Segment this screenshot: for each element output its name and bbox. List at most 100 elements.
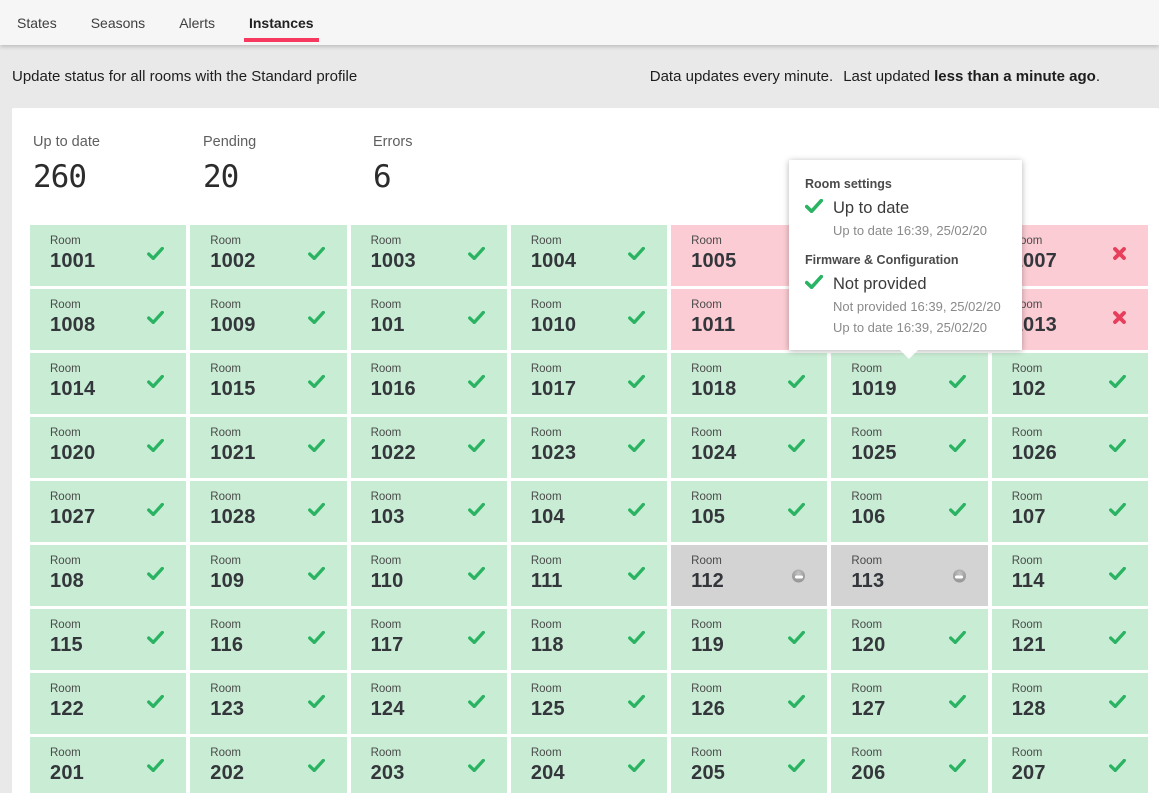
room-card[interactable]: Room1014 [30,353,186,414]
room-label: Room [210,555,346,567]
room-number: 1015 [210,378,346,401]
room-card[interactable]: Room1024 [671,417,827,478]
check-icon [308,439,325,457]
room-number: 113 [851,570,987,593]
room-card[interactable]: Room1025 [831,417,987,478]
stat-value: 260 [33,159,203,195]
room-card[interactable]: Room117 [351,609,507,670]
room-card[interactable]: Room1002 [190,225,346,286]
room-label: Room [371,747,507,759]
room-card[interactable]: Room1015 [190,353,346,414]
check-icon [308,759,325,777]
room-number: 116 [210,634,346,657]
room-card[interactable]: Room123 [190,673,346,734]
room-card[interactable]: Room110 [351,545,507,606]
room-number: 1026 [1012,442,1148,465]
room-card[interactable]: Room 109 [190,545,346,606]
check-icon [788,439,805,457]
room-label: Room [371,555,507,567]
room-number: 1019 [851,378,987,401]
room-card[interactable]: Room107 [992,481,1148,542]
room-card[interactable]: Room112 [671,545,827,606]
room-card[interactable]: Room113 [831,545,987,606]
room-card[interactable]: Room111 [511,545,667,606]
check-icon [308,567,325,585]
room-card[interactable]: Room122 [30,673,186,734]
room-card[interactable]: Room127 [831,673,987,734]
room-label: Room [50,619,186,631]
room-card[interactable]: Room1026 [992,417,1148,478]
room-label: Room [691,555,827,567]
check-icon [788,375,805,393]
room-number: 1023 [531,442,667,465]
room-card[interactable]: Room108 [30,545,186,606]
room-label: Room [210,747,346,759]
room-card[interactable]: Room 116 [190,609,346,670]
room-card[interactable]: Room1008 [30,289,186,350]
tab-states[interactable]: States [12,0,62,45]
room-card[interactable]: Room1023 [511,417,667,478]
room-card[interactable]: Room120 [831,609,987,670]
room-card[interactable]: Room204 [511,737,667,793]
tooltip-detail-line: Up to date 16:39, 25/02/20 [833,320,1006,336]
check-icon [628,567,645,585]
room-label: Room [371,427,507,439]
room-card[interactable]: Room1001 [30,225,186,286]
check-icon [628,631,645,649]
room-card[interactable]: Room1028 [190,481,346,542]
room-card[interactable]: Room1004 [511,225,667,286]
room-card[interactable]: Room1009 [190,289,346,350]
room-number: 109 [210,570,346,593]
room-label: Room [691,427,827,439]
check-icon [468,439,485,457]
room-number: 120 [851,634,987,657]
room-card[interactable]: Room128 [992,673,1148,734]
tab-instances[interactable]: Instances [244,0,319,45]
room-card[interactable]: Room205 [671,737,827,793]
room-card[interactable]: Room1018 [671,353,827,414]
check-icon [1109,567,1126,585]
room-card[interactable]: Room106 [831,481,987,542]
room-status-tooltip: Room settingsUp to dateUp to date 16:39,… [789,160,1022,350]
room-card[interactable]: Room105 [671,481,827,542]
check-icon [628,311,645,329]
room-card[interactable]: Room102 [992,353,1148,414]
tab-alerts[interactable]: Alerts [174,0,220,45]
room-card[interactable]: Room1027 [30,481,186,542]
room-card[interactable]: Room126 [671,673,827,734]
room-card[interactable]: Room201 [30,737,186,793]
room-card[interactable]: Room1003 [351,225,507,286]
room-card[interactable]: Room1021 [190,417,346,478]
room-card[interactable]: Room104 [511,481,667,542]
room-card[interactable]: Room118 [511,609,667,670]
check-icon [308,375,325,393]
tab-bar: States Seasons Alerts Instances [0,0,1159,45]
room-card[interactable]: Room202 [190,737,346,793]
room-label: Room [531,491,667,503]
room-card[interactable]: Room206 [831,737,987,793]
room-card[interactable]: Room207 [992,737,1148,793]
room-card[interactable]: Room101 [351,289,507,350]
room-number: 103 [371,506,507,529]
tab-seasons[interactable]: Seasons [86,0,150,45]
check-icon [788,503,805,521]
room-card[interactable]: Room1016 [351,353,507,414]
room-label: Room [210,619,346,631]
room-card[interactable]: Room203 [351,737,507,793]
room-card[interactable]: Room121 [992,609,1148,670]
room-card[interactable]: Room1020 [30,417,186,478]
stat-label: Up to date [33,134,203,150]
room-card[interactable]: Room114 [992,545,1148,606]
check-icon [468,311,485,329]
room-card[interactable]: Room124 [351,673,507,734]
room-card[interactable]: Room1022 [351,417,507,478]
room-card[interactable]: Room1019 [831,353,987,414]
room-card[interactable]: Room1017 [511,353,667,414]
room-number: 117 [371,634,507,657]
room-card[interactable]: Room125 [511,673,667,734]
room-card[interactable]: Room1010 [511,289,667,350]
room-card[interactable]: Room115 [30,609,186,670]
room-card[interactable]: Room119 [671,609,827,670]
room-card[interactable]: Room103 [351,481,507,542]
check-icon [308,503,325,521]
